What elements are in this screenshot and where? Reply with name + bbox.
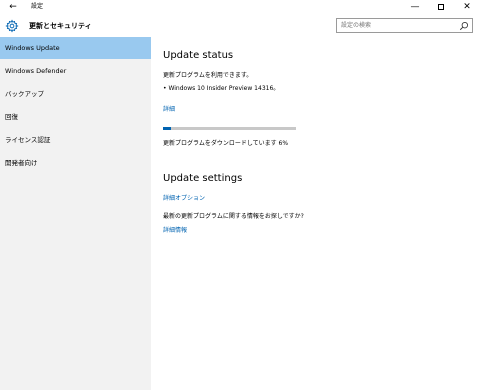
main-content: Update status 更新プログラムを利用できます。 • Windows … [151,37,480,390]
more-info-link[interactable]: 詳細情報 [163,226,187,236]
window-title: 設定 [31,3,44,10]
download-progress-text: 更新プログラムをダウンロードしています 6% [163,140,289,147]
section-title: 更新とセキュリティ [29,22,92,30]
close-button[interactable]: ✕ [456,0,478,15]
sidebar-item-for-developers[interactable]: 開発者向け [0,152,151,174]
back-arrow-icon[interactable]: ← [7,1,19,13]
update-settings-heading: Update settings [163,173,243,184]
sidebar-item-activation[interactable]: ライセンス認証 [0,129,151,151]
sidebar-item-recovery[interactable]: 回復 [0,106,151,128]
details-link[interactable]: 詳細 [163,105,175,115]
search-icon[interactable] [459,21,469,31]
maximize-icon [438,3,444,10]
sidebar-item-label: Windows Update [5,44,60,52]
update-item: • Windows 10 Insider Preview 14316。 [163,85,280,92]
sidebar-item-windows-defender[interactable]: Windows Defender [0,60,151,82]
sidebar-item-label: 回復 [5,113,18,121]
maximize-button[interactable] [430,0,452,15]
search-input[interactable]: 設定の検索 [336,18,473,33]
gear-icon [5,19,19,33]
sidebar: Windows Update Windows Defender バックアップ 回… [0,37,151,390]
minimize-button[interactable]: — [404,0,426,15]
sidebar-item-label: 開発者向け [5,159,38,167]
search-placeholder: 設定の検索 [341,22,372,29]
sidebar-item-label: Windows Defender [5,67,67,75]
update-status-heading: Update status [163,50,234,61]
download-progress-bar [163,127,296,130]
progress-fill [163,127,171,130]
sidebar-item-windows-update[interactable]: Windows Update [0,37,151,59]
updates-available-text: 更新プログラムを利用できます。 [163,72,253,79]
sidebar-item-backup[interactable]: バックアップ [0,83,151,105]
sidebar-item-label: バックアップ [5,90,44,98]
title-bar: ← 設定 — ✕ [0,0,480,15]
advanced-options-link[interactable]: 詳細オプション [163,194,205,204]
sidebar-item-label: ライセンス認証 [5,136,51,144]
latest-updates-question: 最新の更新プログラムに関する情報をお探しですか? [163,213,304,220]
